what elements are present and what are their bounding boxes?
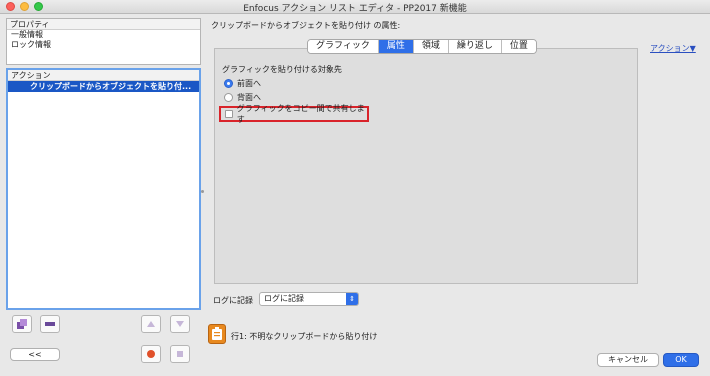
remove-icon: [45, 322, 55, 326]
share-graphic-checkbox-row[interactable]: グラフィックをコピー間で共有します: [219, 104, 369, 124]
record-icon: [147, 350, 155, 358]
share-graphic-checkbox[interactable]: [225, 110, 233, 118]
properties-panel: プロパティ 一般情報 ロック情報: [6, 18, 201, 65]
stop-icon: [177, 351, 183, 357]
ok-button[interactable]: OK: [663, 353, 699, 367]
radio-selected-icon: [224, 79, 233, 88]
duplicate-icon: [17, 319, 27, 329]
tab-graphic[interactable]: グラフィック: [308, 40, 379, 53]
paste-target-label: グラフィックを貼り付ける対象先: [222, 65, 342, 74]
tab-attributes[interactable]: 属性: [378, 40, 414, 53]
radio-front[interactable]: 前面へ: [224, 78, 261, 89]
status-message: 行1: 不明なクリップボードから貼り付け: [231, 332, 378, 341]
radio-unselected-icon: [224, 93, 233, 102]
remove-action-button[interactable]: [40, 315, 60, 333]
stop-button[interactable]: [170, 345, 190, 363]
split-handle[interactable]: [201, 190, 204, 193]
action-menu-link[interactable]: アクション▼: [650, 43, 696, 54]
back-button[interactable]: <<: [10, 348, 60, 361]
chevron-updown-icon: ⇕: [346, 293, 358, 305]
tab-repeat[interactable]: 繰り返し: [448, 40, 502, 53]
title-bar: Enfocus アクション リスト エディタ - PP2017 新機能: [0, 0, 710, 14]
log-label: ログに記録: [213, 296, 253, 305]
clipboard-icon: [212, 327, 222, 340]
log-select-value: ログに記録: [264, 294, 304, 303]
cancel-button[interactable]: キャンセル: [597, 353, 659, 367]
actions-header: アクション: [8, 70, 199, 81]
duplicate-action-button[interactable]: [12, 315, 32, 333]
window-title: Enfocus アクション リスト エディタ - PP2017 新機能: [243, 4, 467, 14]
paste-action-icon: [208, 324, 226, 344]
tab-bar: グラフィック 属性 領域 繰り返し 位置: [307, 39, 537, 54]
tab-content-box: [214, 48, 638, 284]
triangle-down-icon: [176, 321, 184, 327]
tab-position[interactable]: 位置: [501, 40, 536, 53]
radio-front-label: 前面へ: [237, 79, 261, 88]
properties-item-general[interactable]: 一般情報: [7, 30, 200, 40]
action-list-item-selected[interactable]: クリップボードからオブジェクトを貼り付...: [8, 81, 199, 92]
triangle-up-icon: [147, 321, 155, 327]
move-up-button[interactable]: [141, 315, 161, 333]
tab-area[interactable]: 領域: [413, 40, 449, 53]
properties-item-lock[interactable]: ロック情報: [7, 40, 200, 50]
radio-back-label: 背面へ: [237, 93, 261, 102]
record-button[interactable]: [141, 345, 161, 363]
actions-panel: アクション クリップボードからオブジェクトを貼り付...: [6, 68, 201, 310]
share-graphic-label: グラフィックをコピー間で共有します: [236, 104, 365, 124]
move-down-button[interactable]: [170, 315, 190, 333]
attributes-header: クリップボードからオブジェクトを貼り付け の属性:: [211, 21, 401, 30]
log-select[interactable]: ログに記録 ⇕: [259, 292, 359, 306]
properties-header: プロパティ: [7, 19, 200, 30]
radio-back[interactable]: 背面へ: [224, 92, 261, 103]
